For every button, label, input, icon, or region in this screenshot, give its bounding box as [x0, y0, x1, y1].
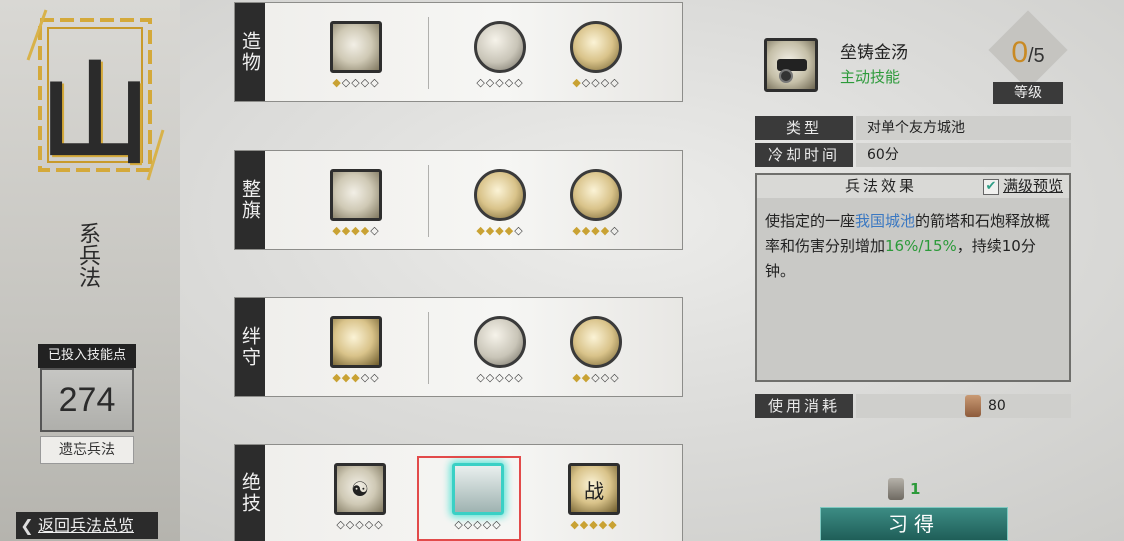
cooldown-value: 60分: [856, 143, 1071, 167]
row-label: 整旗: [235, 151, 265, 249]
token-icon: [965, 395, 981, 417]
skill-level-stars: ◇◇◇◇◇: [476, 76, 524, 89]
cost-value-field: 80: [856, 394, 1071, 418]
forget-skills-button[interactable]: 遗忘兵法: [40, 436, 134, 464]
skill-icon: [474, 21, 526, 73]
skill-icon: [330, 316, 382, 368]
row-divider: [428, 165, 429, 237]
skill-level-stars: ◆◆◆◆◆: [570, 518, 618, 531]
effect-header: 兵法效果 ✔ 满级预览: [757, 175, 1069, 198]
skill-slot[interactable]: ☯ ◇◇◇◇◇: [325, 463, 395, 541]
row-divider: [428, 17, 429, 89]
skill-level-stars: ◇◇◇◇◇: [476, 371, 524, 384]
cost-row: 使用消耗 80: [755, 394, 1071, 418]
level-value: 0/5: [983, 36, 1073, 70]
skill-slot[interactable]: 战 ◆◆◆◆◆: [559, 463, 629, 541]
skill-points-label: 已投入技能点: [38, 344, 136, 368]
max-level-preview-label[interactable]: 满级预览: [1003, 175, 1063, 198]
skill-slot[interactable]: ◆◆◆◆◇: [321, 169, 391, 249]
token-icon: [888, 478, 904, 500]
row-label: 绝技: [235, 445, 265, 541]
skill-level-stars: ◆◆◆◆◇: [476, 224, 524, 237]
school-character: 山: [40, 50, 150, 179]
skill-slot[interactable]: ◆◇◇◇◇: [561, 21, 631, 101]
skill-icon: [570, 169, 622, 221]
effect-title: 兵法效果: [845, 177, 918, 195]
cost-value: 80: [988, 398, 1006, 414]
level-label: 等级: [993, 82, 1063, 104]
skill-name: 垒铸金汤: [840, 43, 908, 63]
skill-points-box: 已投入技能点 274 遗忘兵法: [38, 344, 136, 466]
skill-slot[interactable]: ◆◆◆◆◇: [561, 169, 631, 249]
skill-slot[interactable]: ◇◇◇◇◇: [465, 316, 535, 396]
effect-description: 使指定的一座我国城池的箭塔和石炮释放概率和伤害分别增加16%/15%，持续10分…: [765, 209, 1061, 284]
effect-highlight-target: 我国城池: [855, 212, 916, 230]
level-badge: 0/5 等级: [983, 10, 1073, 108]
type-key: 类型: [755, 116, 853, 140]
skill-slot[interactable]: ◆◆◆◇◇: [321, 316, 391, 396]
yin-yang-icon: ☯: [334, 463, 386, 515]
skill-row-guard: 绊守 ◆◆◆◇◇ ◇◇◇◇◇ ◆◆◇◇◇: [234, 297, 683, 397]
learn-button[interactable]: 习得: [820, 507, 1008, 541]
skill-points-value: 274: [40, 368, 134, 432]
learn-cost-value: 1: [910, 480, 921, 498]
max-level-preview-checkbox[interactable]: ✔: [983, 179, 999, 195]
school-subtitle: 系兵法: [75, 222, 100, 288]
skill-icon: [474, 169, 526, 221]
back-to-overview-button[interactable]: ❮ 返回兵法总览: [16, 512, 158, 539]
effect-highlight-value: 16%/15%: [885, 237, 957, 255]
row-divider: [428, 312, 429, 384]
level-current: 0: [1011, 36, 1028, 69]
level-max: /5: [1028, 45, 1045, 67]
skill-kind: 主动技能: [840, 68, 901, 86]
chevron-left-icon: ❮: [20, 516, 34, 535]
back-label: 返回兵法总览: [38, 516, 135, 535]
skill-level-stars: ◇◇◇◇◇: [336, 518, 384, 531]
skill-level-stars: ◆◆◆◇◇: [332, 371, 380, 384]
skill-row-craft: 造物 ◆◇◇◇◇ ◇◇◇◇◇ ◆◇◇◇◇: [234, 2, 683, 102]
skill-slot[interactable]: ◆◆◇◇◇: [561, 316, 631, 396]
effect-panel: 兵法效果 ✔ 满级预览 使指定的一座我国城池的箭塔和石炮释放概率和伤害分别增加1…: [755, 173, 1071, 382]
battle-seal-icon: 战: [568, 463, 620, 515]
type-row: 类型 对单个友方城池: [755, 116, 1071, 140]
skill-slot[interactable]: ◆◇◇◇◇: [321, 21, 391, 101]
cooldown-row: 冷却时间 60分: [755, 143, 1071, 167]
skill-icon: [570, 21, 622, 73]
skill-level-stars: ◆◆◆◆◇: [572, 224, 620, 237]
cost-key: 使用消耗: [755, 394, 853, 418]
row-label: 造物: [235, 3, 265, 101]
skill-slot[interactable]: ◆◆◆◆◇: [465, 169, 535, 249]
selection-highlight: [417, 456, 521, 541]
cannon-wheel-icon: [779, 69, 793, 83]
skill-level-stars: ◆◇◇◇◇: [572, 76, 620, 89]
selected-skill-icon: [764, 38, 818, 92]
cooldown-key: 冷却时间: [755, 143, 853, 167]
skill-level-stars: ◆◇◇◇◇: [332, 76, 380, 89]
skill-row-banner: 整旗 ◆◆◆◆◇ ◆◆◆◆◇ ◆◆◆◆◇: [234, 150, 683, 250]
row-label: 绊守: [235, 298, 265, 396]
school-panel: 山 系兵法 已投入技能点 274 遗忘兵法 ❮ 返回兵法总览: [0, 0, 180, 541]
type-value: 对单个友方城池: [856, 116, 1071, 140]
skill-level-stars: ◆◆◆◆◇: [332, 224, 380, 237]
skill-icon: [330, 21, 382, 73]
effect-text-part: 使指定的一座: [765, 212, 856, 230]
skill-level-stars: ◆◆◇◇◇: [572, 371, 620, 384]
skill-icon: [474, 316, 526, 368]
skill-slot[interactable]: ◇◇◇◇◇: [465, 21, 535, 101]
skill-icon: [330, 169, 382, 221]
skill-icon: [570, 316, 622, 368]
